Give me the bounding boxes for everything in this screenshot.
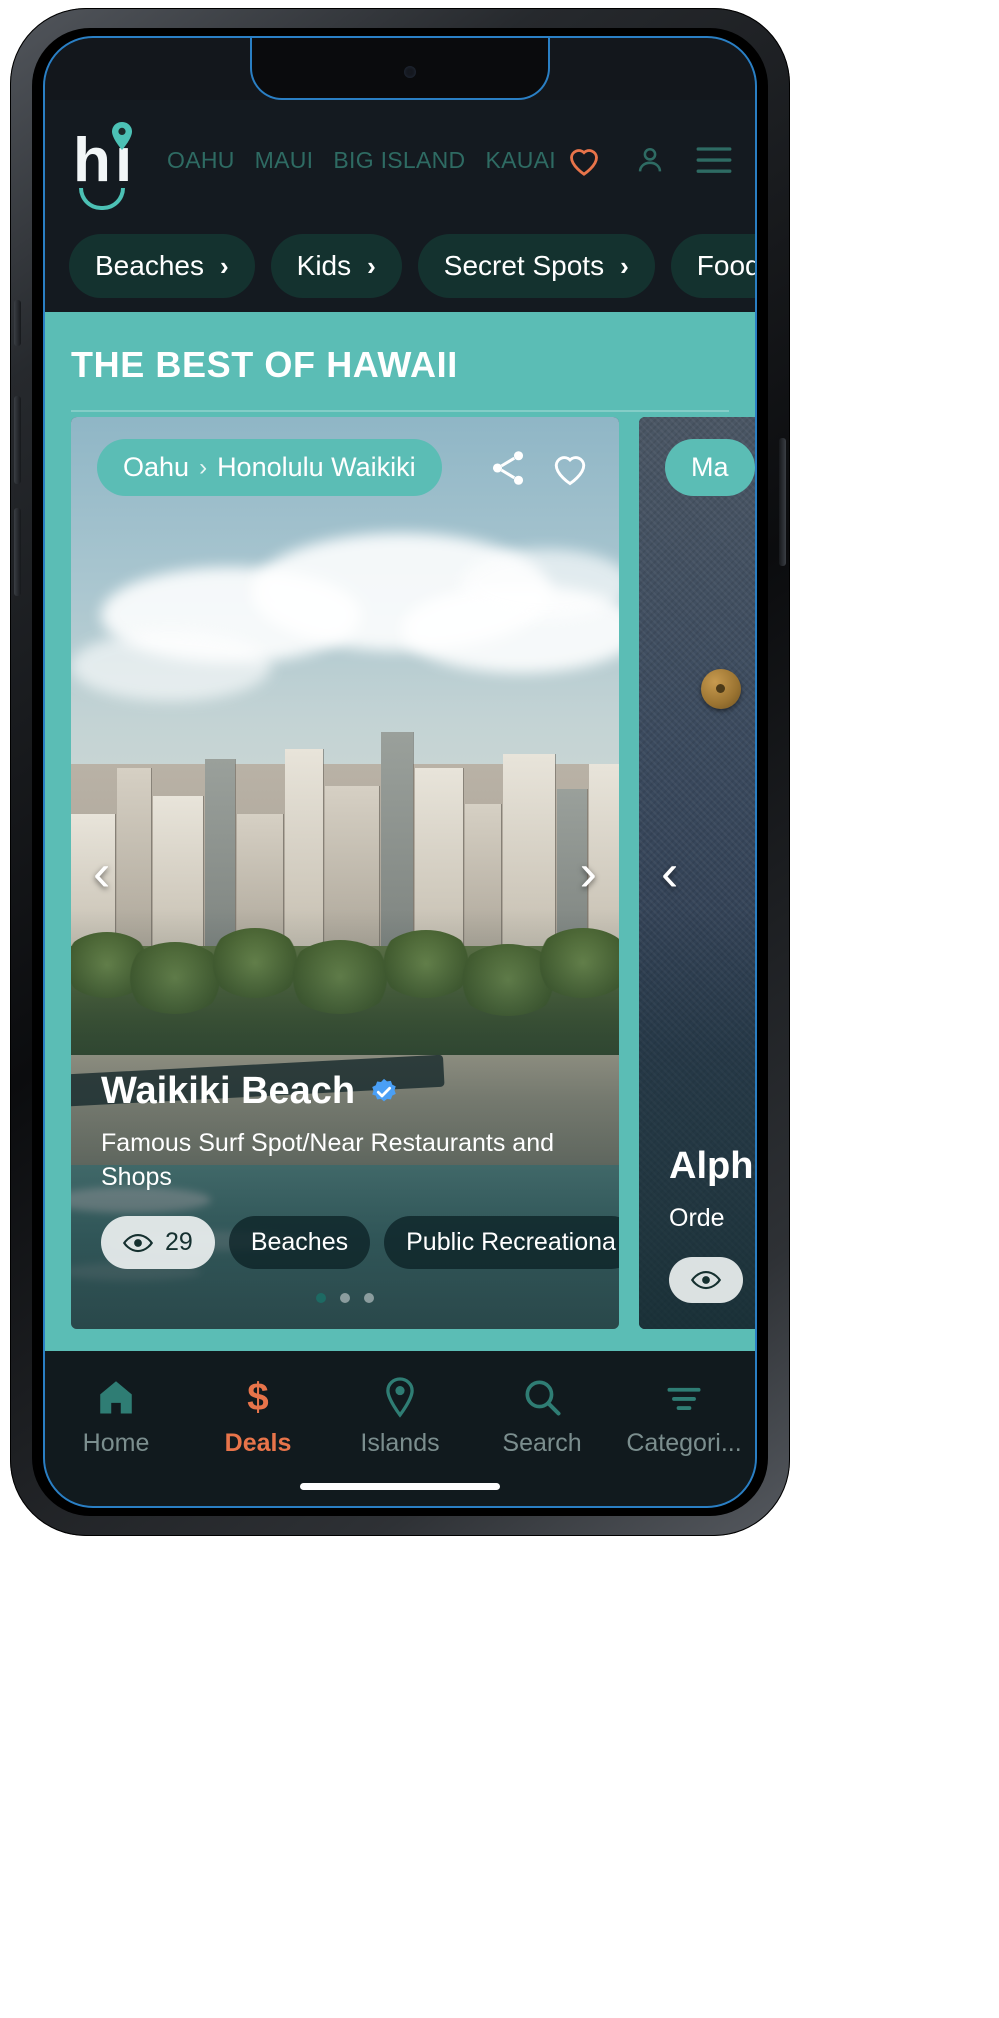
chevron-right-icon: › xyxy=(620,250,629,281)
tag-public-recreational[interactable]: Public Recreationa xyxy=(384,1216,619,1269)
phone-screen: h i OAHU MAUI BIG ISLAND KAUAI Beaches ›… xyxy=(45,38,755,1506)
power-button[interactable] xyxy=(779,438,786,566)
hamburger-menu-icon[interactable] xyxy=(695,145,733,175)
card-title: Waikiki Beach xyxy=(101,1070,356,1112)
card-tag-row xyxy=(669,1257,755,1303)
carousel-dot-2[interactable] xyxy=(340,1293,350,1303)
app-header: h i OAHU MAUI BIG ISLAND KAUAI xyxy=(45,100,755,220)
carousel-dots[interactable] xyxy=(101,1293,589,1303)
volume-down-button[interactable] xyxy=(14,508,21,596)
app-logo[interactable]: h i xyxy=(67,114,145,210)
header-icon-group xyxy=(563,140,733,180)
breadcrumb-island: Oahu xyxy=(123,452,190,482)
deal-carousel[interactable]: Oahu › Honolulu Waikiki ‹ › Waikiki Beac… xyxy=(45,417,755,1329)
nav-item-deals[interactable]: $ Deals xyxy=(193,1375,323,1458)
nav-label: Islands xyxy=(360,1429,440,1457)
deal-card[interactable]: Oahu › Honolulu Waikiki ‹ › Waikiki Beac… xyxy=(71,417,619,1329)
chevron-right-icon: › xyxy=(199,453,208,481)
notch xyxy=(250,38,550,100)
phone-frame: h i OAHU MAUI BIG ISLAND KAUAI Beaches ›… xyxy=(10,8,790,1536)
tag-label: Public Recreationa xyxy=(406,1228,616,1256)
category-chip-row[interactable]: Beaches › Kids › Secret Spots › Food › xyxy=(45,220,755,312)
breadcrumb-place: Honolulu Waikiki xyxy=(217,452,416,482)
card-description: Famous Surf Spot/Near Restaurants and Sh… xyxy=(101,1129,555,1191)
user-icon[interactable] xyxy=(633,141,667,179)
breadcrumb[interactable]: Oahu › Honolulu Waikiki xyxy=(97,439,442,496)
share-icon[interactable] xyxy=(487,447,529,489)
logo-letter-h: h xyxy=(73,126,111,195)
carousel-dot-1[interactable] xyxy=(316,1293,326,1303)
home-icon xyxy=(100,1381,132,1414)
views-badge xyxy=(669,1257,743,1303)
svg-text:$: $ xyxy=(247,1376,268,1419)
nav-item-search[interactable]: Search xyxy=(477,1375,607,1458)
chip-secret-spots[interactable]: Secret Spots › xyxy=(417,234,655,298)
chip-label: Food xyxy=(696,250,755,281)
chip-kids[interactable]: Kids › xyxy=(270,234,402,298)
filter-icon xyxy=(667,1387,701,1411)
breadcrumb-island: Ma xyxy=(691,452,729,482)
eye-icon xyxy=(123,1233,153,1252)
chevron-right-icon: › xyxy=(367,250,376,281)
tag-label: Beaches xyxy=(250,1228,349,1256)
nav-label: Deals xyxy=(224,1429,292,1457)
card-title: Alph xyxy=(669,1144,754,1187)
chip-label: Secret Spots xyxy=(443,250,605,281)
island-nav: OAHU MAUI BIG ISLAND KAUAI xyxy=(167,147,563,174)
tag-beaches[interactable]: Beaches xyxy=(228,1216,371,1269)
chip-food[interactable]: Food › xyxy=(670,234,755,298)
main-content: THE BEST OF HAWAII Oahu › Honolulu Waiki… xyxy=(45,312,755,1351)
card-description: Orde xyxy=(669,1203,725,1232)
card-title-row: Alph xyxy=(669,1145,755,1188)
nav-label: Home xyxy=(82,1429,150,1457)
location-pin-icon xyxy=(112,122,132,150)
dollar-icon: $ xyxy=(247,1376,268,1419)
chip-beaches[interactable]: Beaches › xyxy=(69,234,255,298)
card-body: Waikiki Beach Famous Surf Spot/Near Rest… xyxy=(71,1070,619,1329)
nav-item-home[interactable]: Home xyxy=(51,1375,181,1458)
nav-island-kauai[interactable]: KAUAI xyxy=(485,147,556,174)
nav-item-categories[interactable]: Categori... xyxy=(619,1375,749,1458)
nav-item-islands[interactable]: Islands xyxy=(335,1375,465,1458)
card-body: Alph Orde xyxy=(639,1145,755,1330)
mute-switch[interactable] xyxy=(14,300,21,346)
card-title-row: Waikiki Beach xyxy=(101,1070,589,1113)
search-icon xyxy=(525,1380,561,1416)
volume-up-button[interactable] xyxy=(14,396,21,484)
home-indicator[interactable] xyxy=(300,1483,500,1490)
carousel-prev-button[interactable]: ‹ xyxy=(661,847,678,899)
section-title: THE BEST OF HAWAII xyxy=(71,344,458,385)
chevron-right-icon: › xyxy=(219,250,229,281)
card-tag-row: 29 Beaches Public Recreationa xyxy=(101,1216,619,1269)
map-pin-icon xyxy=(386,1377,414,1418)
front-camera-icon xyxy=(404,66,416,78)
views-badge: 29 xyxy=(101,1216,215,1269)
nav-island-oahu[interactable]: OAHU xyxy=(167,147,235,174)
carousel-prev-button[interactable]: ‹ xyxy=(93,847,110,899)
denim-button-detail xyxy=(701,669,741,709)
chip-label: Beaches xyxy=(95,250,204,281)
logo-smile-arc xyxy=(79,188,125,210)
heart-outline-icon[interactable] xyxy=(547,446,593,490)
divider xyxy=(71,410,729,412)
views-count: 29 xyxy=(165,1228,193,1256)
nav-label: Categori... xyxy=(626,1429,742,1457)
verified-badge-icon xyxy=(372,1078,396,1101)
heart-icon[interactable] xyxy=(563,140,605,180)
card-topbar: Oahu › Honolulu Waikiki xyxy=(71,439,619,496)
nav-label: Search xyxy=(502,1429,582,1457)
nav-island-maui[interactable]: MAUI xyxy=(255,147,314,174)
chip-label: Kids xyxy=(296,250,352,281)
carousel-next-button[interactable]: › xyxy=(580,847,597,899)
eye-icon xyxy=(691,1270,721,1290)
nav-island-big-island[interactable]: BIG ISLAND xyxy=(333,147,465,174)
breadcrumb[interactable]: Ma xyxy=(665,439,755,496)
deal-card[interactable]: Ma ‹ Alph Orde xyxy=(639,417,755,1329)
card-topbar: Ma xyxy=(639,439,755,496)
carousel-dot-3[interactable] xyxy=(364,1293,374,1303)
